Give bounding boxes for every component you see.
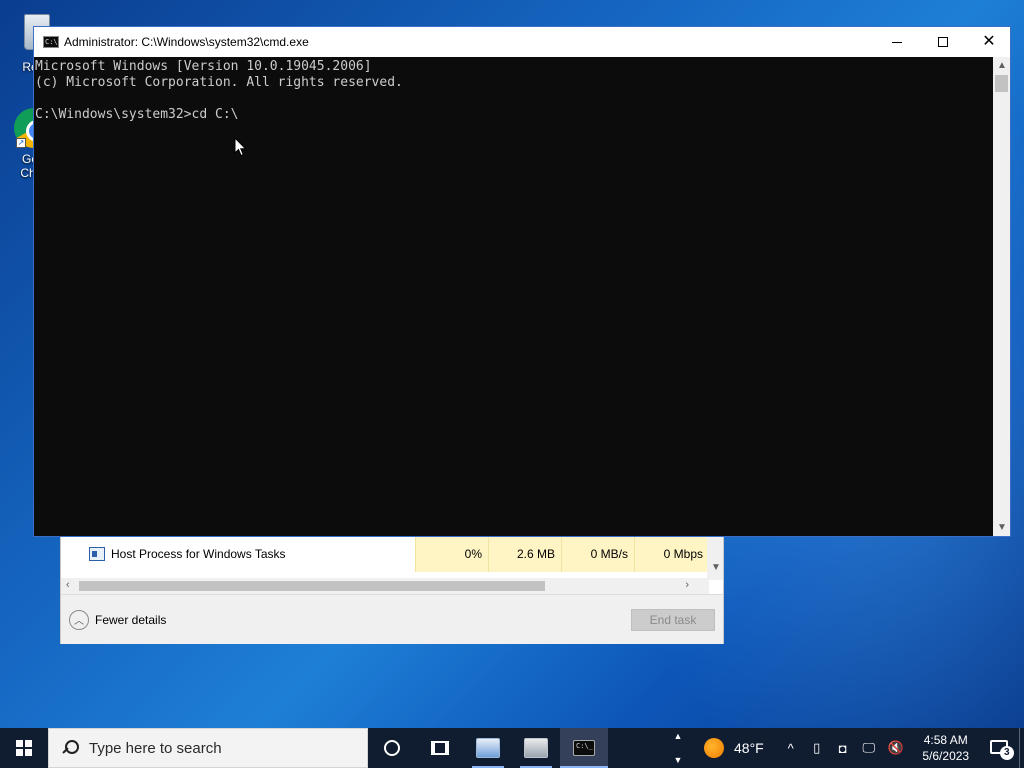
task-manager-vertical-scrollbar[interactable]: ▼: [707, 536, 723, 580]
clock-date: 5/6/2023: [922, 749, 970, 763]
task-manager-horizontal-scrollbar[interactable]: ‹ ›: [61, 578, 709, 594]
scroll-down-icon[interactable]: ▼: [711, 562, 721, 573]
meet-now-icon[interactable]: ◘: [836, 741, 850, 756]
scrollbar-thumb[interactable]: [79, 581, 545, 591]
end-task-button[interactable]: End task: [631, 609, 715, 631]
window-title: Administrator: C:\Windows\system32\cmd.e…: [64, 35, 309, 49]
task-manager-window: Host Process for Windows Tasks 0% 2.6 MB…: [60, 536, 724, 644]
cmd-window[interactable]: C:\ Administrator: C:\Windows\system32\c…: [33, 26, 1011, 537]
process-icon: [89, 547, 105, 561]
volume-muted-icon[interactable]: 🔇: [888, 740, 904, 756]
search-placeholder: Type here to search: [89, 739, 222, 757]
console-line: (c) Microsoft Corporation. All rights re…: [35, 75, 403, 90]
notification-count: 3: [999, 746, 1014, 760]
close-button[interactable]: ✕: [966, 27, 1012, 57]
maximize-button[interactable]: [920, 27, 966, 57]
weather-widget[interactable]: 48°F: [704, 738, 764, 758]
cpu-cell: 0%: [415, 536, 488, 572]
console-prompt-line: C:\Windows\system32>cd C:\: [35, 107, 239, 122]
taskbar-scroll[interactable]: ▲ ▼: [670, 728, 686, 768]
cmd-vertical-scrollbar[interactable]: ▲ ▼: [993, 57, 1010, 536]
taskbar-app-task-manager[interactable]: [512, 728, 560, 768]
clock[interactable]: 4:58 AM 5/6/2023: [916, 732, 976, 764]
start-button[interactable]: [0, 728, 48, 768]
task-manager-icon: [524, 738, 548, 758]
app-window-icon: [476, 738, 500, 758]
disk-cell: 0 MB/s: [561, 536, 634, 572]
sun-icon: [704, 738, 724, 758]
cortana-icon: [384, 740, 400, 756]
weather-temperature: 48°F: [734, 740, 764, 756]
cortana-button[interactable]: [368, 728, 416, 768]
taskbar: Type here to search C:\_ ▲ ▼ 48°F ^ ▯ ◘ …: [0, 728, 1024, 768]
scrollbar-thumb[interactable]: [995, 75, 1008, 92]
cmd-title-bar[interactable]: C:\ Administrator: C:\Windows\system32\c…: [34, 27, 1010, 57]
chevron-down-icon[interactable]: ▼: [674, 755, 683, 765]
network-cell: 0 Mbps: [634, 536, 709, 572]
chevron-up-icon[interactable]: ︿: [69, 609, 89, 630]
search-icon: [63, 740, 79, 756]
tablet-icon[interactable]: ▯: [810, 740, 824, 756]
action-center-button[interactable]: 3: [989, 738, 1014, 760]
network-icon[interactable]: 🖵: [862, 740, 876, 756]
taskbar-app-1[interactable]: [464, 728, 512, 768]
task-view-button[interactable]: [416, 728, 464, 768]
console-line: Microsoft Windows [Version 10.0.19045.20…: [35, 59, 372, 74]
mouse-pointer-icon: [234, 137, 247, 157]
scroll-right-icon[interactable]: ›: [685, 579, 689, 591]
show-hidden-icons-chevron-icon[interactable]: ^: [784, 741, 798, 756]
task-manager-footer: ︿ Fewer details End task: [61, 594, 723, 644]
show-desktop-button[interactable]: [1019, 728, 1024, 768]
windows-logo-icon: [16, 740, 32, 756]
taskbar-app-cmd[interactable]: C:\_: [560, 728, 608, 768]
maximize-icon: [938, 37, 948, 47]
fewer-details-link[interactable]: Fewer details: [95, 613, 166, 627]
minimize-icon: [892, 41, 902, 43]
close-icon: ✕: [982, 33, 996, 50]
memory-cell: 2.6 MB: [488, 536, 561, 572]
process-name: Host Process for Windows Tasks: [111, 547, 286, 561]
table-row[interactable]: Host Process for Windows Tasks 0% 2.6 MB…: [61, 536, 709, 572]
process-name-cell: Host Process for Windows Tasks: [61, 547, 415, 561]
scroll-left-icon[interactable]: ‹: [66, 579, 70, 591]
chevron-up-icon[interactable]: ▲: [674, 731, 683, 741]
console-line: ​: [35, 91, 994, 107]
console-output[interactable]: Microsoft Windows [Version 10.0.19045.20…: [34, 57, 994, 536]
cmd-app-icon: C:\: [43, 36, 59, 48]
shortcut-arrow-icon: ↗: [16, 138, 26, 148]
scroll-down-icon[interactable]: ▼: [997, 522, 1007, 533]
cmd-icon: C:\_: [573, 740, 595, 756]
taskbar-search-box[interactable]: Type here to search: [48, 728, 368, 768]
clock-time: 4:58 AM: [923, 733, 968, 747]
minimize-button[interactable]: [874, 27, 920, 57]
scroll-up-icon[interactable]: ▲: [997, 60, 1007, 71]
task-view-icon: [431, 741, 449, 755]
